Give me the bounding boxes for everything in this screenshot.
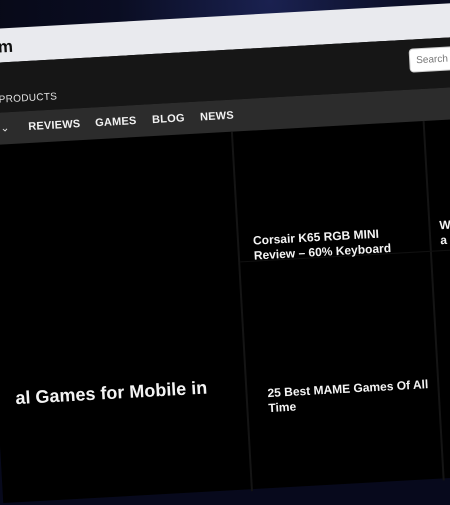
nav-blog[interactable]: BLOG (152, 112, 185, 126)
article-title-mame[interactable]: 25 Best MAME Games Of All Time (267, 377, 429, 416)
browser-window: m PRODUCTS Search ⌄ REVIEWS GAMES BLOG N… (0, 0, 450, 504)
article-title-line: al Games for Mobile in (14, 377, 208, 409)
address-text: m (0, 36, 14, 57)
nav-games[interactable]: GAMES (95, 115, 137, 129)
chevron-down-icon[interactable]: ⌄ (0, 121, 10, 134)
nav-news[interactable]: NEWS (200, 110, 234, 124)
search-placeholder: Search (415, 53, 449, 67)
website: PRODUCTS Search ⌄ REVIEWS GAMES BLOG NEW… (0, 34, 450, 504)
article-title-partial-right[interactable]: Wh a B (439, 217, 450, 248)
article-title-featured[interactable]: al Games for Mobile in (15, 376, 208, 409)
grid-divider (422, 120, 445, 481)
grid-divider (230, 131, 253, 492)
article-title-corsair[interactable]: Corsair K65 RGB MINI Review – 60% Keyboa… (253, 226, 392, 264)
search-input[interactable]: Search (408, 44, 450, 73)
products-link[interactable]: PRODUCTS (0, 91, 58, 105)
nav-reviews[interactable]: REVIEWS (28, 118, 81, 133)
article-title-line: Wh (439, 217, 450, 233)
article-title-line: a B (439, 232, 450, 248)
